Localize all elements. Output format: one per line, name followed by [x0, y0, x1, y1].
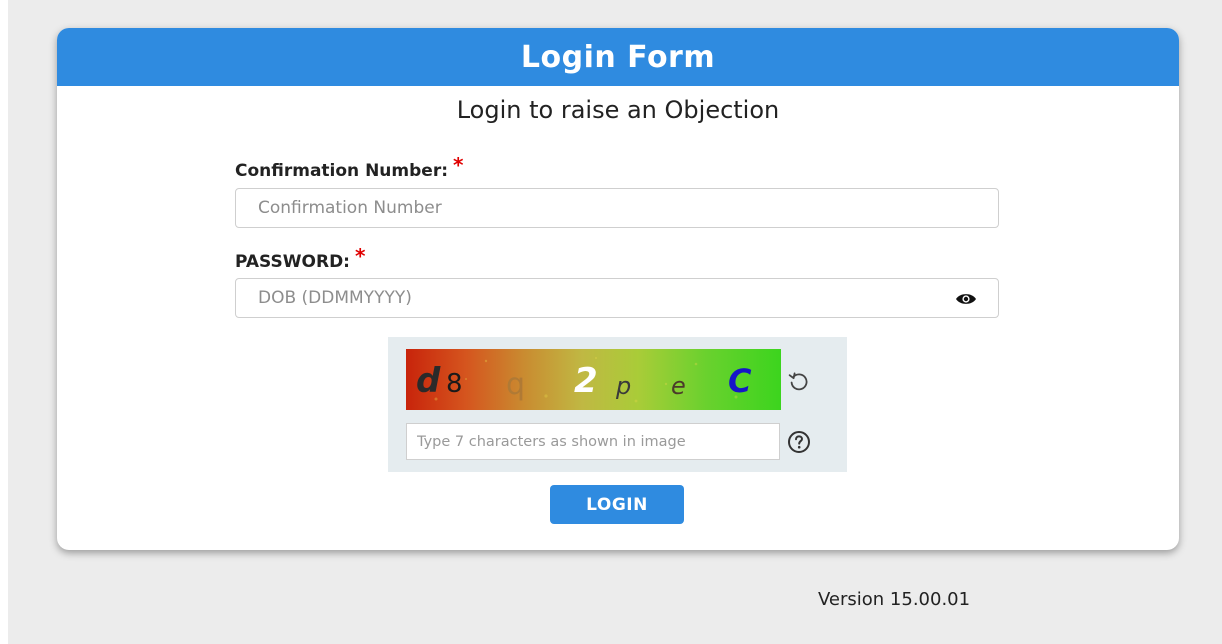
captcha-char: C: [728, 362, 752, 400]
password-label-text: PASSWORD:: [235, 252, 350, 272]
version-label: Version 15.00.01: [818, 589, 971, 610]
captcha-char: q: [506, 367, 525, 402]
login-card: Login Form Login to raise an Objection C…: [57, 28, 1179, 550]
captcha-char: d: [416, 361, 441, 401]
password-label: PASSWORD: *: [235, 244, 365, 272]
confirmation-number-label: Confirmation Number: *: [235, 153, 463, 181]
captcha-char: 8: [446, 369, 463, 399]
confirmation-number-input[interactable]: [235, 188, 999, 228]
help-icon[interactable]: [787, 430, 811, 454]
eye-icon[interactable]: [955, 291, 977, 305]
confirmation-number-label-text: Confirmation Number:: [235, 161, 449, 181]
captcha-input[interactable]: [406, 423, 780, 460]
form-header: Login Form: [57, 28, 1179, 86]
page: Login Form Login to raise an Objection C…: [0, 0, 1222, 644]
form-title: Login Form: [520, 39, 716, 75]
captcha-char: p: [615, 372, 631, 400]
captcha-char: e: [671, 372, 686, 400]
refresh-icon[interactable]: [787, 369, 811, 393]
password-input[interactable]: [235, 278, 999, 318]
captcha-panel: d 8 q 2 p e C: [388, 337, 847, 472]
left-edge-strip: [0, 0, 8, 644]
required-asterisk: *: [453, 153, 464, 177]
login-button[interactable]: LOGIN: [550, 485, 684, 524]
captcha-image: d 8 q 2 p e C: [406, 349, 781, 410]
captcha-char: 2: [574, 361, 598, 401]
required-asterisk: *: [354, 244, 366, 268]
form-subtitle: Login to raise an Objection: [456, 96, 780, 124]
